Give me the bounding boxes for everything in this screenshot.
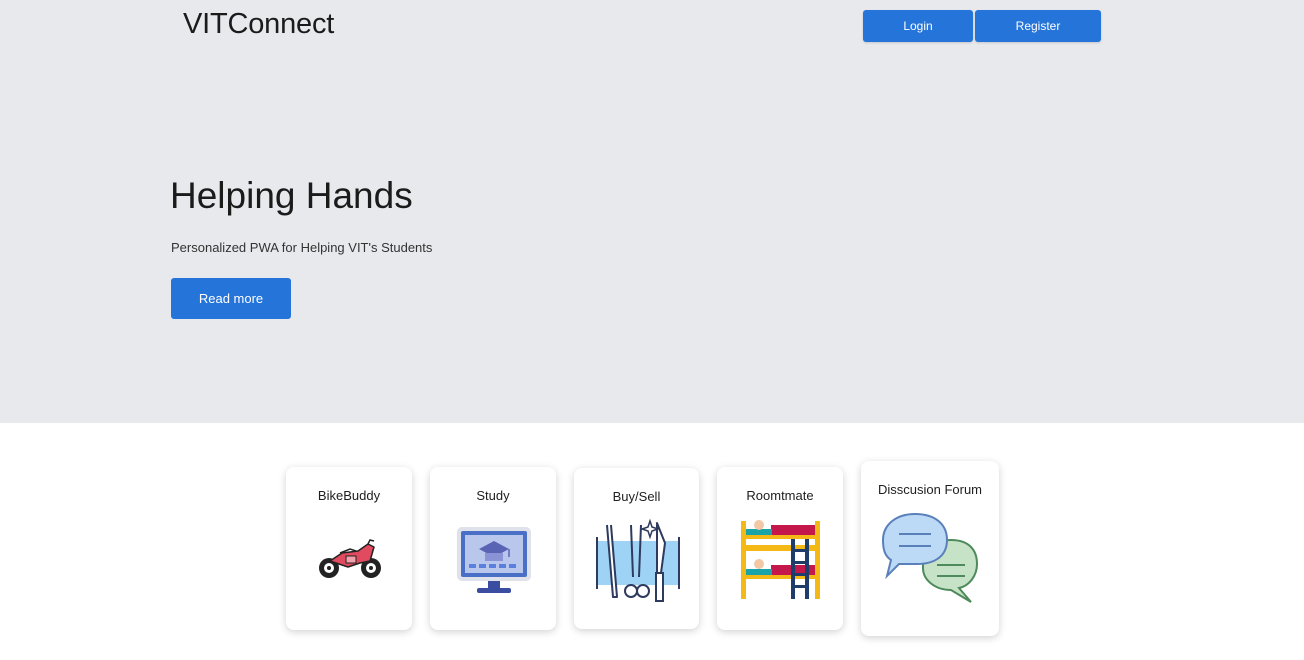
login-button[interactable]: Login (863, 10, 973, 42)
hero-section: VITConnect Login Register Helping Hands … (0, 0, 1304, 423)
card-label: Roomtmate (746, 488, 814, 503)
hero-subtitle: Personalized PWA for Helping VIT's Stude… (171, 240, 433, 255)
bunk-bed-icon (741, 520, 820, 599)
tools-icon (596, 518, 680, 602)
brand-logo[interactable]: VITConnect (183, 8, 334, 41)
service-card-discussion-forum[interactable]: Disscusion Forum (861, 461, 999, 636)
service-card-buy-sell[interactable]: Buy/Sell (574, 468, 699, 629)
monitor-graduation-icon (457, 527, 531, 593)
chat-bubbles-icon (881, 512, 979, 603)
motorcycle-icon (319, 539, 381, 578)
service-card-bikebuddy[interactable]: BikeBuddy (286, 467, 412, 630)
card-label: Disscusion Forum (877, 482, 983, 497)
hero-title: Helping Hands (170, 175, 413, 216)
card-label: Study (476, 488, 510, 503)
service-card-study[interactable]: Study (430, 467, 556, 630)
register-button[interactable]: Register (975, 10, 1101, 42)
card-label: BikeBuddy (317, 488, 381, 503)
service-card-roommate[interactable]: Roomtmate (717, 467, 843, 630)
card-label: Buy/Sell (612, 489, 661, 504)
read-more-button[interactable]: Read more (171, 278, 291, 319)
